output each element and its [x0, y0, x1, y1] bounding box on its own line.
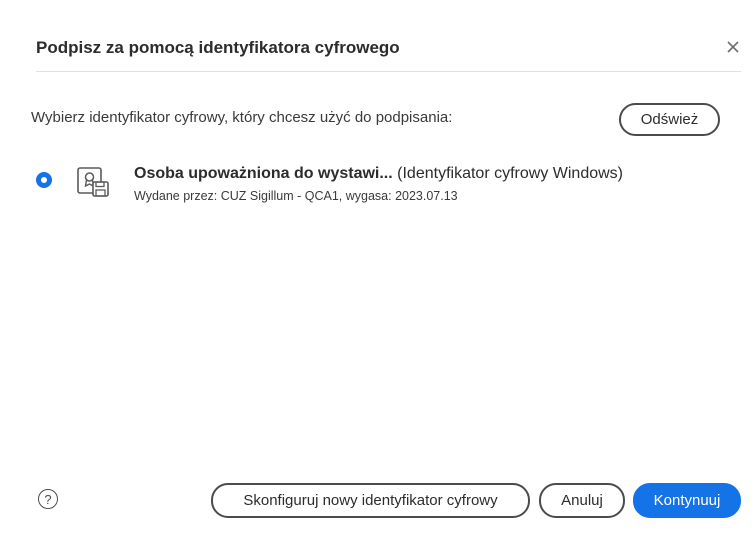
close-button[interactable]	[722, 36, 744, 58]
continue-button[interactable]: Kontynuuj	[633, 483, 741, 518]
configure-new-id-button[interactable]: Skonfiguruj nowy identyfikator cyfrowy	[211, 483, 530, 518]
sign-with-digital-id-dialog: Podpisz za pomocą identyfikatora cyfrowe…	[0, 0, 753, 543]
digital-id-details: Wydane przez: CUZ Sigillum - QCA1, wygas…	[134, 189, 458, 203]
cancel-button[interactable]: Anuluj	[539, 483, 625, 518]
dialog-title: Podpisz za pomocą identyfikatora cyfrowe…	[36, 38, 400, 57]
title-divider	[36, 71, 741, 72]
close-icon	[727, 41, 739, 53]
certificate-icon	[77, 167, 109, 197]
refresh-button[interactable]: Odśwież	[619, 103, 720, 136]
digital-id-name: Osoba upoważniona do wystawi...	[134, 165, 393, 182]
digital-id-type: (Identyfikator cyfrowy Windows)	[397, 165, 623, 182]
digital-id-radio[interactable]	[36, 172, 52, 188]
select-id-prompt: Wybierz identyfikator cyfrowy, który chc…	[31, 109, 453, 126]
radio-selected-dot	[41, 177, 47, 183]
digital-id-name-line[interactable]: Osoba upoważniona do wystawi... (Identyf…	[134, 165, 623, 183]
help-icon[interactable]: ?	[38, 489, 58, 509]
